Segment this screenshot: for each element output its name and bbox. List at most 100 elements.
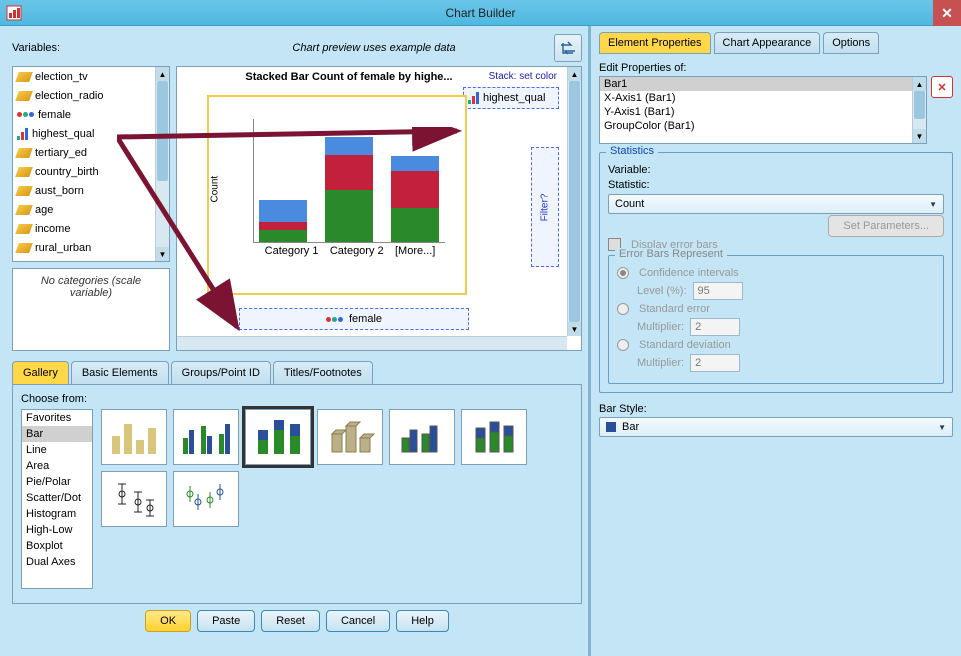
list-item: Bar1 [600,77,912,91]
list-item: X-Axis1 (Bar1) [600,91,912,105]
app-icon [6,5,22,21]
variable-item: election_radio [13,86,155,105]
help-button[interactable]: Help [396,610,449,632]
ordinal-icon [468,92,479,104]
category-label: Category 1 [265,245,319,259]
ci-level-input [693,282,743,300]
variables-label: Variables: [12,42,194,54]
chart-thumb-clustered-3d-bar[interactable] [389,409,455,465]
scrollbar[interactable]: ▲▼ [912,77,926,143]
stack-hint: Stack: set color [489,71,557,82]
chart-canvas: Count Category 1 Category 2 [More...] [207,95,467,295]
scale-icon [15,148,33,158]
nominal-icon [326,317,343,322]
chart-type-list[interactable]: Favorites Bar Line Area Pie/Polar Scatte… [21,409,93,589]
bar-style-label: Bar Style: [599,403,953,415]
scale-icon [15,72,33,82]
set-parameters-button: Set Parameters... [828,215,944,237]
tab-basic-elements[interactable]: Basic Elements [71,361,169,384]
category-label: [More...] [395,245,435,259]
y-axis-label: Count [210,176,221,203]
tab-options[interactable]: Options [823,32,879,54]
ci-radio [617,267,629,279]
nominal-icon [17,112,34,117]
scrollbar[interactable]: ▲▼ [567,67,581,336]
variable-item: country_birth [13,162,155,181]
tab-titles-footnotes[interactable]: Titles/Footnotes [273,361,373,384]
variable-item: aust_born [13,181,155,200]
gallery-panel: Choose from: Favorites Bar Line Area Pie… [12,384,582,604]
list-item: GroupColor (Bar1) [600,119,912,133]
variable-item: election_tv [13,67,155,86]
scrollbar[interactable]: ▲▼ [155,67,169,261]
no-categories-box: No categories (scale variable) [12,268,170,351]
variable-item: rural_urban [13,238,155,257]
scale-icon [15,91,33,101]
list-item: Y-Axis1 (Bar1) [600,105,912,119]
sd-radio [617,339,629,351]
choose-from-label: Choose from: [21,393,573,405]
list-item: Scatter/Dot [22,490,92,506]
scale-icon [15,205,33,215]
reset-button[interactable]: Reset [261,610,320,632]
scale-icon [15,243,33,253]
chart-thumb-3d-bar[interactable] [317,409,383,465]
chart-title: Stacked Bar Count of female by highe... [237,71,461,83]
chart-thumb-simple-bar[interactable] [101,409,167,465]
variable-list[interactable]: election_tv election_radio female highes… [12,66,170,262]
chart-thumb-simple-error-bar[interactable] [101,471,167,527]
tab-gallery[interactable]: Gallery [12,361,69,384]
scrollbar[interactable] [177,336,567,350]
chart-preview[interactable]: Stacked Bar Count of female by highe... … [176,66,582,351]
variable-item: age [13,200,155,219]
error-bars-group: Error Bars Represent Confidence interval… [608,255,944,384]
statistics-group: Statistics Variable: Statistic: Count▼ S… [599,152,953,393]
ordinal-icon [17,128,28,140]
variable-item: tertiary_ed [13,143,155,162]
variable-label: Variable: [608,164,678,176]
preview-hint: Chart preview uses example data [194,42,554,54]
chart-thumb-stacked-bar[interactable] [245,409,311,465]
list-item: Area [22,458,92,474]
list-item: Pie/Polar [22,474,92,490]
chart-thumb-clustered-error-bar[interactable] [173,471,239,527]
ok-button[interactable]: OK [145,610,191,632]
se-radio [617,303,629,315]
statistic-select[interactable]: Count▼ [608,194,944,214]
list-item: Boxplot [22,538,92,554]
filter-dropzone[interactable]: Filter? [531,147,559,267]
swap-icon [559,39,577,57]
properties-list[interactable]: Bar1 X-Axis1 (Bar1) Y-Axis1 (Bar1) Group… [599,76,927,144]
scale-icon [15,224,33,234]
bar-style-select[interactable]: Bar ▼ [599,417,953,437]
x-axis-dropzone[interactable]: female [239,308,469,330]
list-item: High-Low [22,522,92,538]
delete-element-button[interactable]: ✕ [931,76,953,98]
bottom-tabs: Gallery Basic Elements Groups/Point ID T… [12,361,582,384]
chart-thumb-stacked-3d-bar[interactable] [461,409,527,465]
chart-thumb-clustered-bar[interactable] [173,409,239,465]
variable-item: income [13,219,155,238]
cancel-button[interactable]: Cancel [326,610,390,632]
close-button[interactable]: ✕ [933,0,961,26]
variable-item: highest_qual [13,124,155,143]
list-item: Favorites [22,410,92,426]
scale-icon [15,167,33,177]
titlebar: Chart Builder ✕ [0,0,961,26]
swap-xy-button[interactable] [554,34,582,62]
se-mult-input [690,318,740,336]
tab-element-properties[interactable]: Element Properties [599,32,711,54]
stack-dropzone[interactable]: highest_qual [463,87,559,109]
list-item: Bar [22,426,92,442]
edit-properties-label: Edit Properties of: [599,62,953,74]
sd-mult-input [690,354,740,372]
category-label: Category 2 [330,245,384,259]
list-item: Line [22,442,92,458]
tab-groups-point-id[interactable]: Groups/Point ID [171,361,271,384]
window-title: Chart Builder [445,6,515,20]
paste-button[interactable]: Paste [197,610,255,632]
list-item: Histogram [22,506,92,522]
tab-chart-appearance[interactable]: Chart Appearance [714,32,821,54]
statistic-label: Statistic: [608,179,678,191]
variable-item: female [13,105,155,124]
